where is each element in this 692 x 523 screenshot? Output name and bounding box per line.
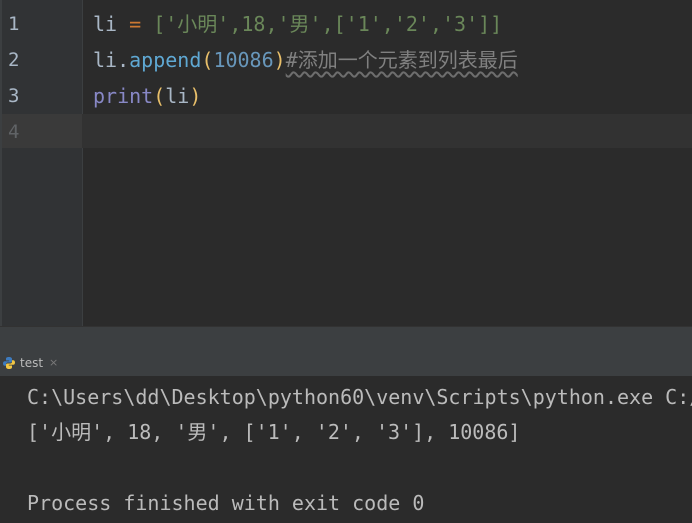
- run-tab-label: test: [20, 355, 44, 370]
- code-line-3[interactable]: print(li): [93, 78, 201, 114]
- editor-left-edge: [0, 0, 2, 326]
- number-argument: 10086: [213, 48, 274, 72]
- builtin-function: print: [93, 84, 154, 108]
- dot-operator: .: [117, 48, 130, 72]
- line-number: 3: [8, 85, 20, 107]
- object-name: li: [93, 48, 118, 72]
- line-number: 4: [8, 121, 20, 143]
- list-literal: ['小明',18,'男',['1','2','3']]: [153, 12, 503, 36]
- method-name: append: [129, 48, 202, 72]
- panel-splitter[interactable]: [0, 326, 692, 350]
- code-line-1[interactable]: li = ['小明',18,'男',['1','2','3']]: [93, 6, 502, 42]
- code-line-2[interactable]: li.append(10086)#添加一个元素到列表最后: [93, 42, 518, 78]
- line-number: 1: [8, 13, 20, 35]
- variable-argument: li: [165, 84, 190, 108]
- run-tool-window-header: test ×: [0, 349, 692, 377]
- run-console-output[interactable]: C:\Users\dd\Desktop\python60\venv\Script…: [0, 377, 692, 523]
- console-exit-message: Process finished with exit code 0: [27, 491, 425, 515]
- run-tab-test[interactable]: test ×: [0, 349, 66, 376]
- gutter-divider: [82, 0, 83, 326]
- code-line-4[interactable]: [93, 114, 653, 150]
- close-icon[interactable]: ×: [49, 356, 58, 369]
- variable-name: li: [93, 12, 118, 36]
- close-paren: ): [189, 84, 202, 108]
- console-output-line: ['小明', 18, '男', ['1', '2', '3'], 10086]: [27, 420, 521, 444]
- open-paren: (: [153, 84, 166, 108]
- line-number: 2: [8, 49, 20, 71]
- assign-operator: =: [117, 12, 154, 36]
- code-comment: #添加一个元素到列表最后: [285, 48, 518, 72]
- python-icon: [3, 356, 15, 369]
- open-paren: (: [201, 48, 214, 72]
- console-command-line: C:\Users\dd\Desktop\python60\venv\Script…: [27, 385, 692, 409]
- close-paren: ): [273, 48, 286, 72]
- code-editor[interactable]: 1 2 3 4 li = ['小明',18,'男',['1','2','3']]…: [0, 0, 692, 326]
